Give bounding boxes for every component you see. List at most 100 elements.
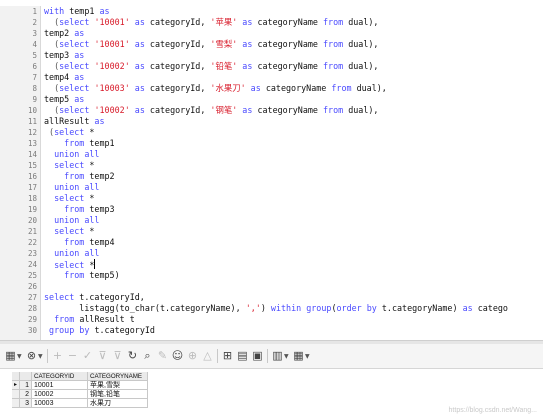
code-text[interactable]: select t.categoryId, <box>44 292 145 303</box>
line-number: 7 <box>32 73 37 82</box>
code-line[interactable]: 21 select * <box>0 226 543 237</box>
add-record-icon[interactable]: + <box>51 349 64 362</box>
row-indicator[interactable]: ▸ <box>12 381 20 390</box>
code-text[interactable]: temp5 as <box>44 94 84 105</box>
code-line[interactable]: 28 listagg(to_char(t.categoryName), ',')… <box>0 303 543 314</box>
dropdown-caret-icon[interactable]: ▼ <box>17 353 22 360</box>
code-line[interactable]: 12 (select * <box>0 127 543 138</box>
code-line[interactable]: 30 group by t.categoryId <box>0 325 543 336</box>
code-text[interactable]: union all <box>44 248 99 259</box>
grid-view-icon[interactable]: ▦ <box>4 349 17 362</box>
code-line[interactable]: 19 from temp3 <box>0 204 543 215</box>
code-line[interactable]: 29 from allResult t <box>0 314 543 325</box>
code-line[interactable]: 9 temp5 as <box>0 94 543 105</box>
code-text[interactable]: (select '10002' as categoryId, '铅笔' as c… <box>44 61 378 72</box>
code-token: from <box>323 61 349 71</box>
code-line[interactable]: 4 (select '10001' as categoryId, '雪梨' as… <box>0 39 543 50</box>
sql-editor[interactable]: 1 with temp1 as 2 (select '10001' as categ… <box>0 0 543 340</box>
code-line[interactable]: 2 (select '10001' as categoryId, '苹果' as… <box>0 17 543 28</box>
column-header-categoryid[interactable]: CATEGORYID <box>32 372 88 381</box>
table-row[interactable]: 3 10003 水果刀 <box>12 399 152 408</box>
clear-filter-icon[interactable]: ⊽ <box>111 349 124 362</box>
code-text[interactable]: temp2 as <box>44 28 84 39</box>
navigate-icon[interactable]: ⊕ <box>186 349 199 362</box>
lock-icon[interactable]: ⊗ <box>25 349 38 362</box>
code-line[interactable]: 26 <box>0 281 543 292</box>
code-line[interactable]: 24 select * <box>0 259 543 270</box>
code-line[interactable]: 8 (select '10003' as categoryId, '水果刀' a… <box>0 83 543 94</box>
dropdown-caret-icon[interactable]: ▼ <box>305 353 310 360</box>
code-line[interactable]: 6 (select '10002' as categoryId, '铅笔' as… <box>0 61 543 72</box>
code-text[interactable]: from allResult t <box>44 314 135 325</box>
code-line[interactable]: 11 allResult as <box>0 116 543 127</box>
table-row[interactable]: ▸ 1 10001 苹果,雪梨 <box>12 381 152 390</box>
code-line[interactable]: 14 union all <box>0 149 543 160</box>
save-icon[interactable]: ▣ <box>251 349 264 362</box>
cell-categoryid[interactable]: 10003 <box>32 399 88 408</box>
results-grid[interactable]: CATEGORYID CATEGORYNAME ▸ 1 10001 苹果,雪梨 2 100… <box>12 372 152 408</box>
cell-categoryname[interactable]: 苹果,雪梨 <box>88 381 148 390</box>
code-text[interactable]: (select * <box>44 127 94 138</box>
post-changes-icon[interactable]: ✓ <box>81 349 94 362</box>
chart-icon[interactable]: ▥ <box>271 349 284 362</box>
code-token: select <box>59 61 95 71</box>
code-line[interactable]: 20 union all <box>0 215 543 226</box>
code-text[interactable]: union all <box>44 215 99 226</box>
code-text[interactable]: allResult as <box>44 116 105 127</box>
code-text[interactable]: select * <box>44 226 94 237</box>
delete-record-icon[interactable]: − <box>66 349 79 362</box>
code-text[interactable]: (select '10003' as categoryId, '水果刀' as … <box>44 83 387 94</box>
code-line[interactable]: 18 select * <box>0 193 543 204</box>
dropdown-caret-icon[interactable]: ▼ <box>284 353 289 360</box>
query-icon[interactable]: ⊞ <box>221 349 234 362</box>
code-line[interactable]: 13 from temp1 <box>0 138 543 149</box>
cell-categoryname[interactable]: 钢笔,铅笔 <box>88 390 148 399</box>
code-line[interactable]: 5 temp3 as <box>0 50 543 61</box>
code-line[interactable]: 1 with temp1 as <box>0 6 543 17</box>
code-text[interactable]: from temp2 <box>44 171 114 182</box>
code-text[interactable]: union all <box>44 182 99 193</box>
print-icon[interactable]: ▦ <box>292 349 305 362</box>
code-text[interactable]: select * <box>44 193 94 204</box>
find-icon[interactable]: ⌕ <box>141 349 154 362</box>
export-icon[interactable]: ▤ <box>236 349 249 362</box>
code-text[interactable]: select * <box>44 160 94 171</box>
code-text[interactable]: group by t.categoryId <box>44 325 155 336</box>
code-text[interactable]: from temp5) <box>44 270 119 281</box>
filter-icon[interactable]: ⊽ <box>96 349 109 362</box>
code-line[interactable]: 27 select t.categoryId, <box>0 292 543 303</box>
code-text[interactable]: from temp4 <box>44 237 114 248</box>
code-line[interactable]: 25 from temp5) <box>0 270 543 281</box>
code-text[interactable]: with temp1 as <box>44 6 110 17</box>
code-text[interactable]: temp4 as <box>44 72 84 83</box>
cell-categoryid[interactable]: 10002 <box>32 390 88 399</box>
code-line[interactable]: 15 select * <box>0 160 543 171</box>
clear-icon[interactable]: △ <box>201 349 214 362</box>
code-line[interactable]: 10 (select '10002' as categoryId, '钢笔' a… <box>0 105 543 116</box>
code-text[interactable]: listagg(to_char(t.categoryName), ',') wi… <box>44 303 508 314</box>
code-text[interactable]: from temp1 <box>44 138 114 149</box>
code-line[interactable]: 16 from temp2 <box>0 171 543 182</box>
code-text[interactable]: union all <box>44 149 99 160</box>
table-row[interactable]: 2 10002 钢笔,铅笔 <box>12 390 152 399</box>
code-text[interactable]: from temp3 <box>44 204 114 215</box>
edit-icon[interactable]: ✎ <box>156 349 169 362</box>
code-text[interactable]: (select '10001' as categoryId, '苹果' as c… <box>44 17 378 28</box>
code-token: temp3 <box>44 50 75 60</box>
dropdown-caret-icon[interactable]: ▼ <box>38 353 43 360</box>
code-text[interactable]: (select '10002' as categoryId, '钢笔' as c… <box>44 105 378 116</box>
code-line[interactable]: 17 union all <box>0 182 543 193</box>
code-line[interactable]: 23 union all <box>0 248 543 259</box>
column-header-categoryname[interactable]: CATEGORYNAME <box>88 372 148 381</box>
refresh-icon[interactable]: ↻ <box>126 349 139 362</box>
single-record-icon[interactable]: ☺ <box>171 349 184 362</box>
code-text[interactable]: (select '10001' as categoryId, '雪梨' as c… <box>44 39 378 50</box>
code-line[interactable]: 22 from temp4 <box>0 237 543 248</box>
code-line[interactable]: 7 temp4 as <box>0 72 543 83</box>
cell-categoryname[interactable]: 水果刀 <box>88 399 148 408</box>
row-indicator[interactable] <box>12 399 20 408</box>
row-indicator[interactable] <box>12 390 20 399</box>
code-text[interactable]: temp3 as <box>44 50 84 61</box>
cell-categoryid[interactable]: 10001 <box>32 381 88 390</box>
code-line[interactable]: 3 temp2 as <box>0 28 543 39</box>
